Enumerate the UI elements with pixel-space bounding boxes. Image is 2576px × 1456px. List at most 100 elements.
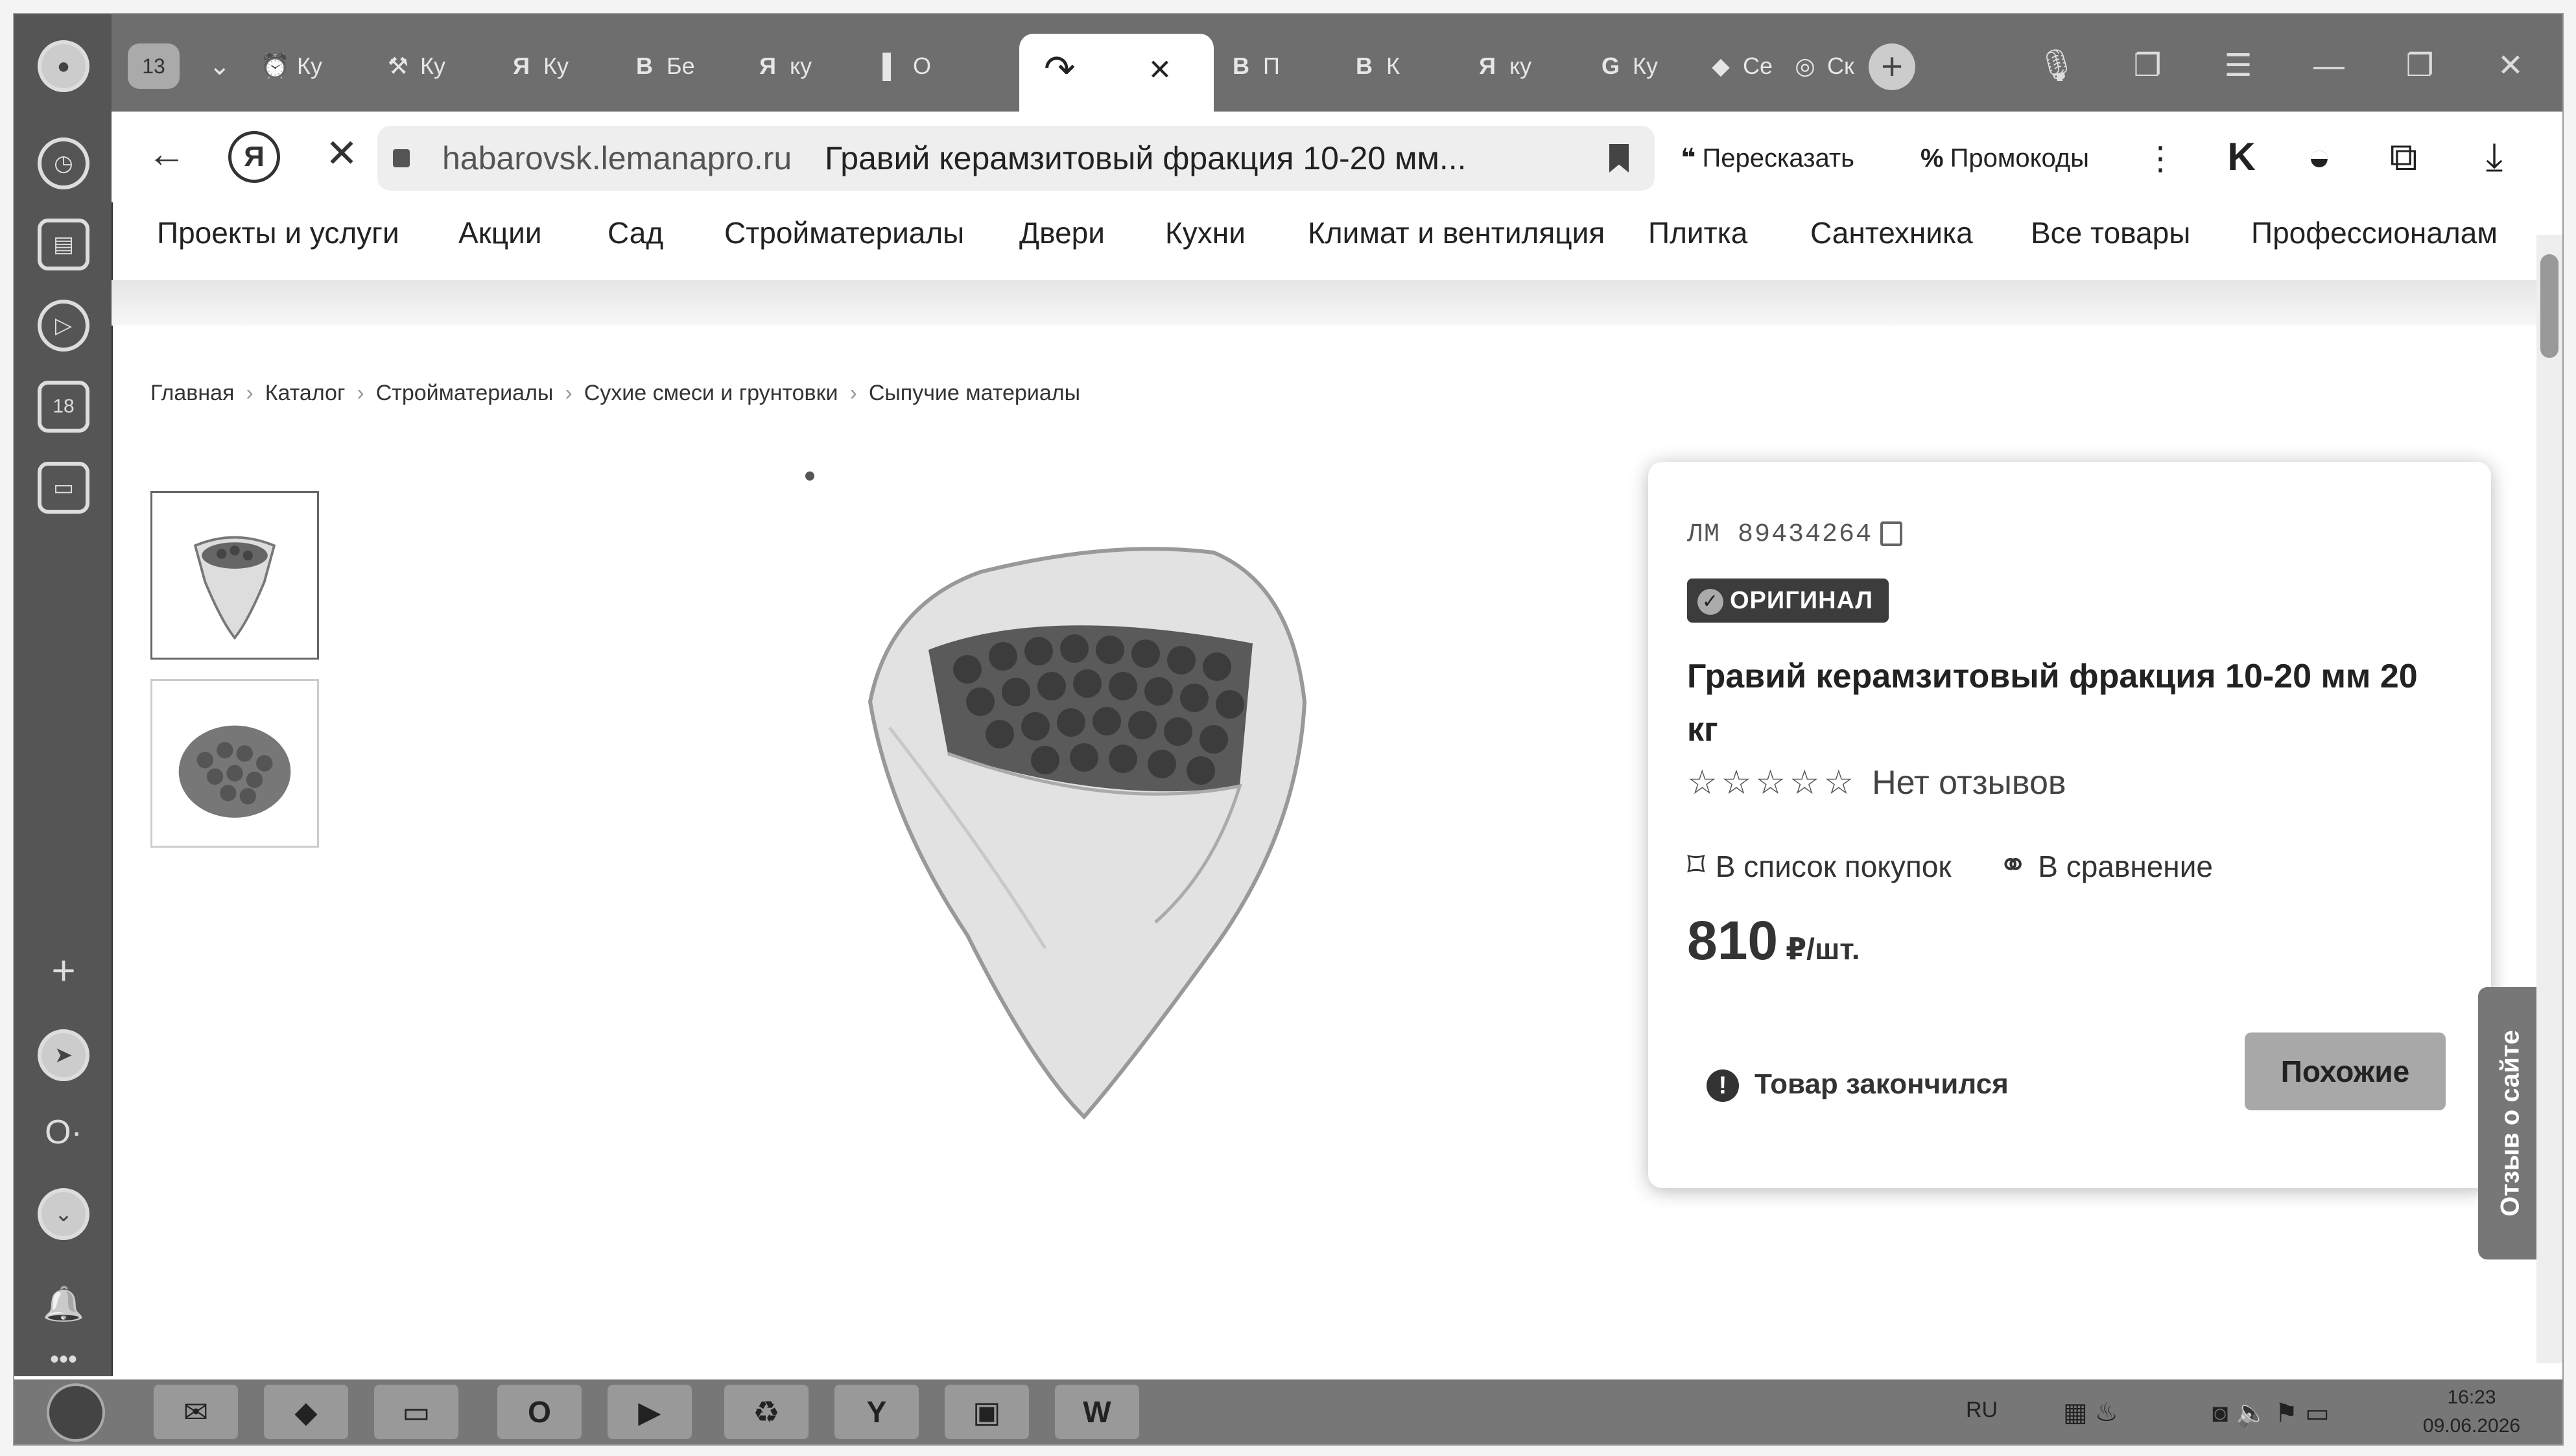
feedback-label: Отзыв о сайте bbox=[2496, 1030, 2525, 1217]
tab-active[interactable]: ↷ × bbox=[1019, 34, 1214, 112]
tab-label: Ку bbox=[420, 53, 445, 79]
tab-item[interactable]: ⚒ Ку bbox=[384, 34, 507, 99]
tab-item[interactable]: ВП bbox=[1227, 34, 1350, 99]
download-circle-icon[interactable]: ⌄ bbox=[38, 1188, 89, 1240]
media-player-icon[interactable]: ▶ bbox=[608, 1385, 692, 1439]
tabs-dropdown-chevron-icon[interactable]: ⌄ bbox=[209, 34, 254, 99]
lock-icon bbox=[393, 149, 410, 167]
tab-item[interactable]: G Ку bbox=[1596, 34, 1719, 99]
profile-icon[interactable]: ● bbox=[38, 40, 89, 92]
tab-item[interactable]: Яку bbox=[1473, 34, 1596, 99]
extension-tag-icon[interactable]: ⧉ bbox=[2374, 125, 2433, 189]
mail-app-icon[interactable]: ✉ bbox=[154, 1385, 238, 1439]
main-product-image[interactable] bbox=[851, 533, 1318, 1136]
download-icon[interactable]: ⤓ bbox=[2465, 125, 2523, 189]
language-indicator[interactable]: RU bbox=[1966, 1398, 1998, 1423]
nav-item-climate[interactable]: Климат и вентиляция bbox=[1308, 215, 1605, 250]
tab-manager-icon[interactable]: ❐ bbox=[2121, 34, 2173, 99]
nav-item-projects[interactable]: Проекты и услуги bbox=[157, 215, 399, 250]
tab-item[interactable]: ◎ Ск bbox=[1791, 34, 1869, 99]
browser-sidebar: ● ◷ ▤ ▷ 18 ▭ + ➤ O· ⌄ 🔔 ••• bbox=[14, 14, 113, 1376]
back-arrow-icon[interactable]: ← bbox=[137, 125, 196, 183]
add-to-shopping-list-button[interactable]: ⌑ В список покупок bbox=[1687, 844, 1952, 885]
menu-hamburger-icon[interactable]: ☰ bbox=[2212, 34, 2264, 99]
tab-item[interactable]: ⏰ Ку bbox=[261, 34, 384, 99]
tray-apps-icon[interactable]: ▦ ♨ bbox=[2063, 1398, 2118, 1427]
bag-of-gravel-image bbox=[868, 547, 1307, 1120]
tab-item[interactable]: ▌ О bbox=[877, 34, 1000, 99]
nav-item-professionals[interactable]: Профессионалам bbox=[2251, 215, 2498, 250]
taskbar-clock[interactable]: 16:23 09.06.2026 bbox=[2407, 1383, 2536, 1440]
telegram-icon[interactable]: ➤ bbox=[38, 1029, 89, 1081]
tab-item[interactable]: ВК bbox=[1350, 34, 1473, 99]
collections-icon[interactable]: ▤ bbox=[38, 219, 89, 270]
stock-status-label: Товар закончился bbox=[1755, 1068, 2009, 1100]
tab-item[interactable]: В Бе bbox=[630, 34, 753, 99]
site-feedback-tab[interactable]: Отзыв о сайте bbox=[2478, 987, 2543, 1259]
close-window-icon[interactable]: ✕ bbox=[2485, 34, 2536, 99]
scrollbar-thumb[interactable] bbox=[2540, 254, 2558, 358]
thumbnail-bag[interactable] bbox=[150, 491, 319, 660]
microphone-icon[interactable]: 🎙 bbox=[2031, 34, 2083, 99]
similar-products-button[interactable]: Похожие bbox=[2245, 1032, 2446, 1110]
restore-window-icon[interactable]: ❐ bbox=[2394, 34, 2446, 99]
new-tab-plus-icon[interactable]: + bbox=[1869, 43, 1915, 90]
nav-item-tiles[interactable]: Плитка bbox=[1648, 215, 1747, 250]
nav-item-garden[interactable]: Сад bbox=[608, 215, 663, 250]
extension-k-icon[interactable]: K bbox=[2212, 125, 2271, 189]
window-icon[interactable]: ▣ bbox=[945, 1385, 1029, 1439]
product-rating[interactable]: ☆☆☆☆☆ Нет отзывов bbox=[1687, 763, 2066, 802]
nav-item-doors[interactable]: Двери bbox=[1019, 215, 1105, 250]
tab-item[interactable]: Яку bbox=[753, 34, 877, 99]
word-icon[interactable]: W bbox=[1055, 1385, 1139, 1439]
loading-spinner-icon: ↷ bbox=[1044, 48, 1076, 90]
tab-item[interactable]: ◆ Се bbox=[1707, 34, 1791, 99]
calendar-18-icon[interactable]: 18 bbox=[38, 381, 89, 433]
stop-loading-icon[interactable]: ✕ bbox=[313, 125, 371, 183]
breadcrumb-dry-mixes[interactable]: Сухие смеси и грунтовки bbox=[584, 381, 838, 405]
bookmark-outline-icon: ⌑ bbox=[1687, 846, 1705, 885]
alice-icon[interactable]: O· bbox=[38, 1110, 89, 1162]
breadcrumb-home[interactable]: Главная bbox=[150, 381, 234, 405]
nav-item-kitchens[interactable]: Кухни bbox=[1165, 215, 1246, 250]
tab-counter-badge[interactable]: 13 bbox=[128, 43, 180, 89]
explorer-folder-icon[interactable]: ▭ bbox=[374, 1385, 458, 1439]
address-row: ← Я ✕ habarovsk.lemanapro.ru Гравий кера… bbox=[112, 112, 2562, 202]
promo-codes-button[interactable]: % Промокоды bbox=[1920, 132, 2089, 184]
more-vertical-icon[interactable]: ⋮ bbox=[2144, 132, 2177, 184]
tab-item[interactable]: Я Ку bbox=[507, 34, 630, 99]
breadcrumb-building-materials[interactable]: Стройматериалы bbox=[376, 381, 554, 405]
yandex-logo-icon[interactable]: Я bbox=[228, 131, 280, 183]
tray-system-icons[interactable]: ◙ 🔈 ⚑ ▭ bbox=[2212, 1398, 2330, 1428]
history-clock-icon[interactable]: ◷ bbox=[38, 137, 89, 189]
breadcrumb-catalog[interactable]: Каталог bbox=[265, 381, 346, 405]
anydesk-icon[interactable]: ◆ bbox=[264, 1385, 348, 1439]
opera-icon[interactable]: O bbox=[497, 1385, 582, 1439]
nav-item-all-products[interactable]: Все товары bbox=[2031, 215, 2190, 250]
breadcrumb-bulk-materials[interactable]: Сыпучие материалы bbox=[869, 381, 1080, 405]
address-bar[interactable]: habarovsk.lemanapro.ru Гравий керамзитов… bbox=[377, 126, 1655, 191]
minimize-window-icon[interactable]: — bbox=[2303, 34, 2355, 99]
notifications-bell-icon[interactable]: 🔔 bbox=[38, 1282, 89, 1334]
recycle-icon[interactable]: ♻ bbox=[724, 1385, 809, 1439]
info-alert-icon: ! bbox=[1707, 1069, 1739, 1103]
nav-item-promotions[interactable]: Акции bbox=[458, 215, 542, 250]
price-amount: 810 bbox=[1687, 910, 1778, 971]
add-panel-icon[interactable]: + bbox=[38, 948, 89, 1000]
close-tab-icon[interactable]: × bbox=[1149, 34, 1171, 105]
thumbnail-granules-image bbox=[178, 725, 291, 818]
add-to-compare-button[interactable]: ⚭ В сравнение bbox=[1998, 844, 2213, 885]
page-scrollbar[interactable] bbox=[2536, 235, 2562, 1363]
nav-item-building-materials[interactable]: Стройматериалы bbox=[724, 215, 964, 250]
bookmark-flag-icon[interactable] bbox=[1609, 144, 1629, 173]
extension-shield-icon[interactable]: ◒ bbox=[2290, 125, 2348, 189]
windows-start-icon[interactable] bbox=[47, 1383, 105, 1442]
retell-button[interactable]: ❝ Пересказать bbox=[1681, 132, 1854, 184]
nav-item-plumbing[interactable]: Сантехника bbox=[1810, 215, 1973, 250]
thumbnail-granules[interactable] bbox=[150, 679, 319, 848]
yandex-browser-icon[interactable]: Y bbox=[834, 1385, 919, 1439]
play-icon[interactable]: ▷ bbox=[38, 300, 89, 352]
tab-label: ку bbox=[790, 53, 812, 79]
copy-icon[interactable] bbox=[1880, 521, 1903, 547]
screen-icon[interactable]: ▭ bbox=[38, 462, 89, 514]
